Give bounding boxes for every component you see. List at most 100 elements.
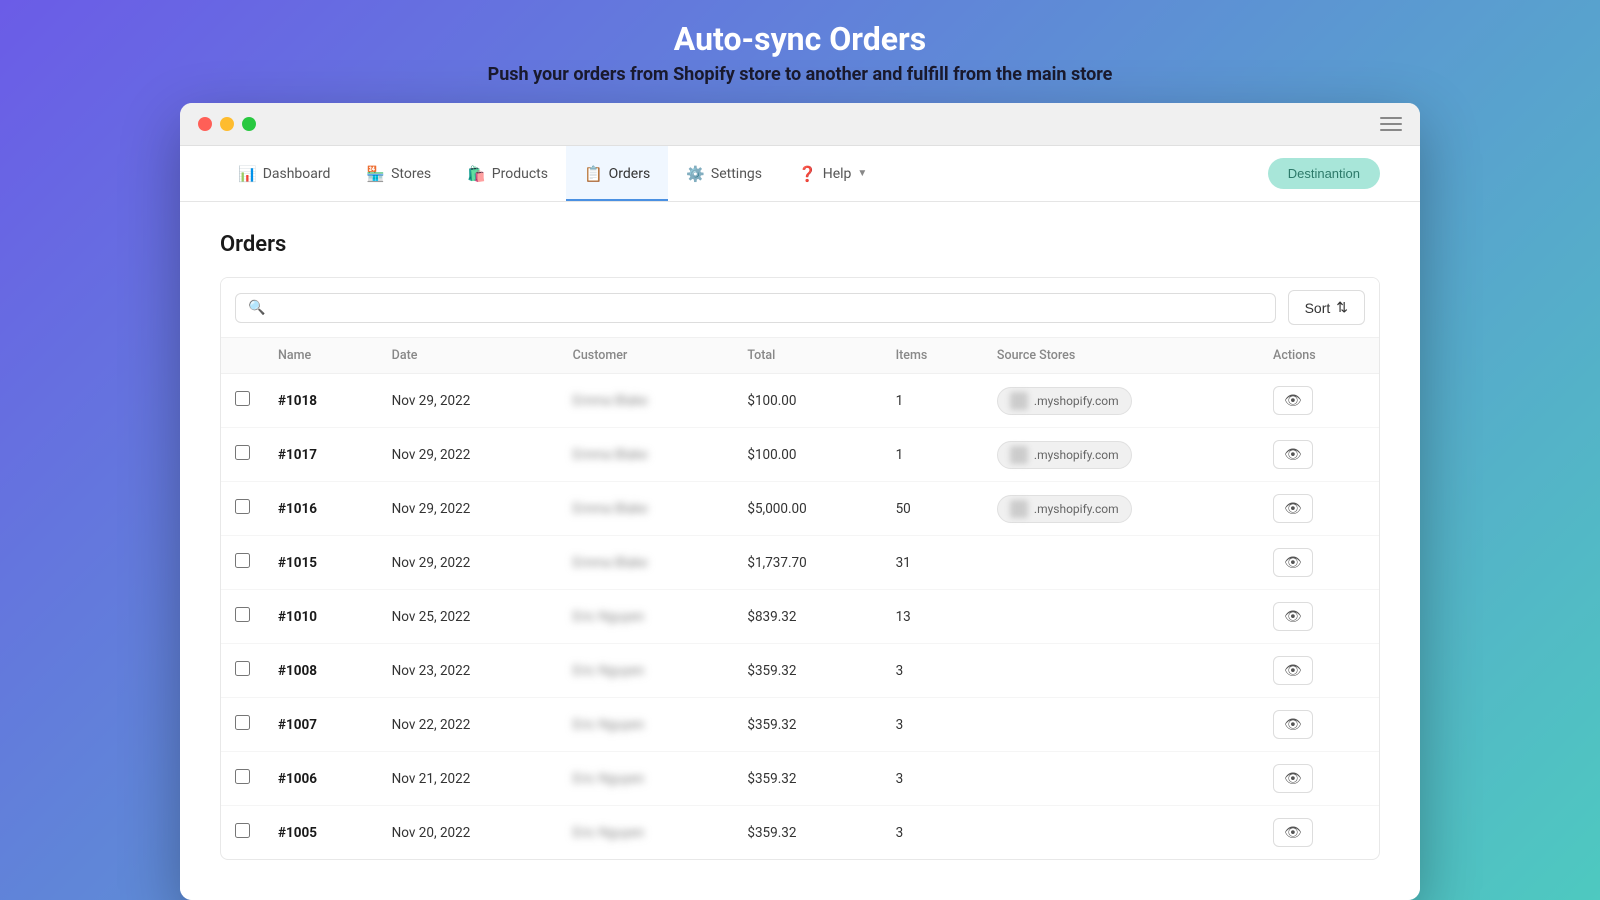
row-checkbox-1015[interactable] [235,553,250,568]
order-date-1010: Nov 25, 2022 [378,590,559,644]
order-name-1017: #1017 [264,428,378,482]
row-checkbox-1016[interactable] [235,499,250,514]
stores-icon: 🏪 [366,165,385,183]
order-items-1016: 50 [882,482,983,536]
row-checkbox-1008[interactable] [235,661,250,676]
products-label: Products [492,166,548,182]
close-button[interactable] [198,117,212,131]
row-checkbox-1005[interactable] [235,823,250,838]
order-actions-1005: 👁 [1259,806,1379,860]
sort-button[interactable]: Sort ⇅ [1288,290,1365,325]
eye-icon: 👁 [1284,500,1302,517]
store-avatar-icon [1010,446,1028,464]
order-date-1005: Nov 20, 2022 [378,806,559,860]
row-checkbox-1018[interactable] [235,391,250,406]
sidebar-item-help[interactable]: ❓ Help ▼ [780,146,885,201]
eye-icon: 👁 [1284,554,1302,571]
sort-label: Sort [1305,300,1331,316]
table-row: #1018Nov 29, 2022Emma Blake$100.001.mysh… [221,374,1379,428]
eye-icon: 👁 [1284,770,1302,787]
eye-icon: 👁 [1284,446,1302,463]
hamburger-icon[interactable] [1380,117,1402,131]
sidebar-item-products[interactable]: 🛍️ Products [449,146,566,201]
dashboard-label: Dashboard [263,166,331,182]
header-customer: Customer [559,338,734,374]
eye-icon: 👁 [1284,662,1302,679]
sidebar-item-orders[interactable]: 📋 Orders [566,146,668,201]
order-total-1007: $359.32 [733,698,881,752]
dashboard-icon: 📊 [238,165,257,183]
eye-icon: 👁 [1284,608,1302,625]
order-date-1006: Nov 21, 2022 [378,752,559,806]
row-checkbox-1017[interactable] [235,445,250,460]
order-total-1018: $100.00 [733,374,881,428]
store-avatar-icon [1010,500,1028,518]
order-actions-1016: 👁 [1259,482,1379,536]
view-order-button-1007[interactable]: 👁 [1273,710,1313,739]
order-total-1015: $1,737.70 [733,536,881,590]
header-source-stores: Source Stores [983,338,1259,374]
table-row: #1008Nov 23, 2022Eric Nguyen$359.323👁 [221,644,1379,698]
order-items-1005: 3 [882,806,983,860]
table-row: #1006Nov 21, 2022Eric Nguyen$359.323👁 [221,752,1379,806]
order-customer-1007: Eric Nguyen [559,698,734,752]
view-order-button-1006[interactable]: 👁 [1273,764,1313,793]
order-items-1015: 31 [882,536,983,590]
row-checkbox-1007[interactable] [235,715,250,730]
settings-icon: ⚙️ [686,165,705,183]
search-wrapper: 🔍 [235,293,1276,323]
order-name-1016: #1016 [264,482,378,536]
view-order-button-1010[interactable]: 👁 [1273,602,1313,631]
stores-label: Stores [391,166,431,182]
order-source-1016: .myshopify.com [983,482,1259,536]
table-row: #1005Nov 20, 2022Eric Nguyen$359.323👁 [221,806,1379,860]
order-name-1007: #1007 [264,698,378,752]
destination-button[interactable]: Destinantion [1268,158,1380,189]
sort-icon: ⇅ [1336,299,1348,316]
table-toolbar: 🔍 Sort ⇅ [221,278,1379,338]
order-customer-1010: Eric Nguyen [559,590,734,644]
view-order-button-1016[interactable]: 👁 [1273,494,1313,523]
order-customer-1005: Eric Nguyen [559,806,734,860]
row-checkbox-1010[interactable] [235,607,250,622]
search-input[interactable] [273,300,1262,316]
order-name-1018: #1018 [264,374,378,428]
order-items-1006: 3 [882,752,983,806]
view-order-button-1017[interactable]: 👁 [1273,440,1313,469]
maximize-button[interactable] [242,117,256,131]
sidebar-item-stores[interactable]: 🏪 Stores [348,146,449,201]
order-actions-1007: 👁 [1259,698,1379,752]
order-source-1007 [983,698,1259,752]
order-date-1016: Nov 29, 2022 [378,482,559,536]
view-order-button-1005[interactable]: 👁 [1273,818,1313,847]
app-window: 📊 Dashboard 🏪 Stores 🛍️ Products 📋 Order… [180,103,1420,900]
order-customer-1008: Eric Nguyen [559,644,734,698]
orders-table-container: 🔍 Sort ⇅ Name Date Customer Total [220,277,1380,860]
order-date-1018: Nov 29, 2022 [378,374,559,428]
order-source-1006 [983,752,1259,806]
sidebar-item-dashboard[interactable]: 📊 Dashboard [220,146,348,201]
minimize-button[interactable] [220,117,234,131]
order-name-1006: #1006 [264,752,378,806]
table-header-row: Name Date Customer Total Items Source St… [221,338,1379,374]
page-subtitle: Push your orders from Shopify store to a… [488,64,1113,85]
order-source-1015 [983,536,1259,590]
order-source-1018: .myshopify.com [983,374,1259,428]
order-actions-1006: 👁 [1259,752,1379,806]
table-row: #1016Nov 29, 2022Emma Blake$5,000.0050.m… [221,482,1379,536]
products-icon: 🛍️ [467,165,486,183]
view-order-button-1008[interactable]: 👁 [1273,656,1313,685]
view-order-button-1018[interactable]: 👁 [1273,386,1313,415]
view-order-button-1015[interactable]: 👁 [1273,548,1313,577]
settings-label: Settings [711,166,762,182]
order-name-1015: #1015 [264,536,378,590]
sidebar-item-settings[interactable]: ⚙️ Settings [668,146,780,201]
order-items-1018: 1 [882,374,983,428]
order-actions-1010: 👁 [1259,590,1379,644]
row-checkbox-1006[interactable] [235,769,250,784]
order-name-1005: #1005 [264,806,378,860]
header-items: Items [882,338,983,374]
order-items-1007: 3 [882,698,983,752]
order-total-1017: $100.00 [733,428,881,482]
order-source-1008 [983,644,1259,698]
